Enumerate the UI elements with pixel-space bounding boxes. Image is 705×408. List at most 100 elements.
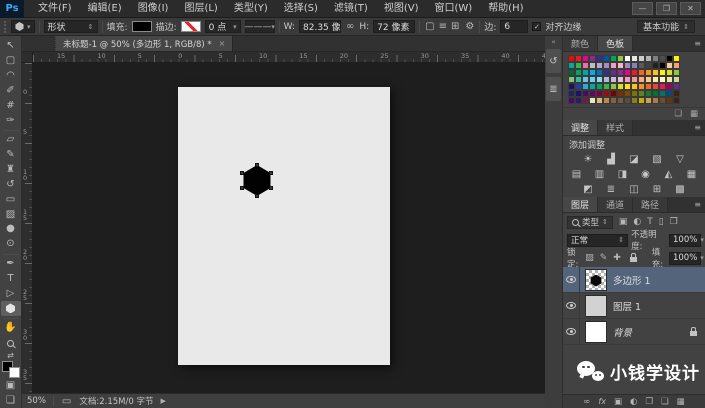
swatch[interactable]	[638, 83, 645, 90]
filter-pixel-layers-icon[interactable]: ▣	[618, 217, 629, 227]
menu-item[interactable]: 编辑(E)	[80, 0, 130, 18]
delete-layer-icon[interactable]: ▦	[677, 397, 685, 407]
swatch[interactable]	[582, 76, 589, 83]
swatch[interactable]	[603, 90, 610, 97]
layer-thumbnail[interactable]	[585, 269, 607, 291]
swatch[interactable]	[659, 97, 666, 104]
swatch[interactable]	[617, 76, 624, 83]
path-alignment-icon[interactable]: ≡	[438, 21, 448, 32]
photo-filter-icon[interactable]: ◉	[638, 169, 654, 181]
swatch[interactable]	[610, 83, 617, 90]
swatch[interactable]	[673, 76, 680, 83]
swatch[interactable]	[638, 55, 645, 62]
levels-icon[interactable]: ▟	[603, 154, 619, 166]
swatch[interactable]	[610, 76, 617, 83]
lock-pixels-icon[interactable]: ✎	[599, 253, 609, 263]
filter-adjustment-layers-icon[interactable]: ◐	[632, 217, 642, 227]
link-dimensions-icon[interactable]: ∞	[345, 21, 355, 32]
layer-row[interactable]: 多边形 1	[563, 267, 705, 293]
swatch[interactable]	[631, 83, 638, 90]
swatch[interactable]	[645, 55, 652, 62]
swatch[interactable]	[624, 97, 631, 104]
new-adjustment-layer-icon[interactable]: ◐	[630, 397, 637, 407]
curves-icon[interactable]: ◪	[626, 154, 642, 166]
swatch[interactable]	[582, 90, 589, 97]
shape-height-input[interactable]: 72 像素	[373, 20, 415, 33]
clone-stamp-tool[interactable]: ♜	[1, 163, 21, 178]
swatch[interactable]	[596, 90, 603, 97]
swatch[interactable]	[589, 55, 596, 62]
selective-color-icon[interactable]: ⊞	[649, 184, 665, 196]
combine-shapes-icon[interactable]: ▢	[424, 21, 435, 32]
swatch[interactable]	[645, 69, 652, 76]
background-color-swatch[interactable]	[9, 367, 20, 378]
layers-tab[interactable]: 图层	[563, 197, 598, 212]
swatch[interactable]	[617, 83, 624, 90]
swatch[interactable]	[624, 62, 631, 69]
swatch[interactable]	[659, 76, 666, 83]
expand-panels-icon[interactable]: «	[551, 38, 555, 46]
zoom-level[interactable]: 50%	[27, 396, 46, 406]
shape-width-input[interactable]: 82.35 像	[299, 20, 341, 33]
gradient-map-icon[interactable]: ▩	[672, 184, 688, 196]
swatch[interactable]	[659, 83, 666, 90]
swatch[interactable]	[666, 76, 673, 83]
swatch[interactable]	[638, 90, 645, 97]
swatch[interactable]	[659, 62, 666, 69]
layer-visibility-toggle[interactable]	[563, 293, 580, 318]
swatch[interactable]	[589, 83, 596, 90]
layer-thumbnail[interactable]	[585, 295, 607, 317]
swatch[interactable]	[617, 90, 624, 97]
swatch[interactable]	[659, 90, 666, 97]
vibrance-icon[interactable]: ▽	[672, 154, 688, 166]
swatch[interactable]	[645, 97, 652, 104]
anchor-point[interactable]	[269, 186, 273, 190]
swatch[interactable]	[631, 76, 638, 83]
swatch[interactable]	[596, 69, 603, 76]
swatch[interactable]	[568, 62, 575, 69]
swatch[interactable]	[645, 62, 652, 69]
swatch[interactable]	[575, 83, 582, 90]
brightness-contrast-icon[interactable]: ☀	[580, 154, 596, 166]
layer-thumbnail[interactable]	[585, 321, 607, 343]
minimize-button[interactable]: —	[632, 2, 653, 15]
fill-input[interactable]: 100% ▾	[669, 252, 701, 265]
dodge-tool[interactable]: ⊙	[1, 237, 21, 252]
swatch[interactable]	[638, 62, 645, 69]
swatch[interactable]	[673, 83, 680, 90]
swatches-tab[interactable]: 颜色	[563, 36, 598, 51]
stroke-width-field[interactable]: 0 点 ▾	[205, 20, 241, 33]
document-tab[interactable]: 未标题-1 @ 50% (多边形 1, RGB/8) * ×	[56, 36, 233, 51]
stroke-style-select[interactable]: ———▾	[245, 20, 275, 33]
posterize-icon[interactable]: ≣	[603, 184, 619, 196]
swatch[interactable]	[624, 90, 631, 97]
swatch[interactable]	[631, 90, 638, 97]
swatch[interactable]	[617, 69, 624, 76]
panel-menu-icon[interactable]: ≡	[690, 123, 705, 132]
swatch[interactable]	[589, 76, 596, 83]
anchor-point[interactable]	[269, 171, 273, 175]
rectangular-marquee-tool[interactable]: ▢	[1, 54, 21, 69]
swatch[interactable]	[589, 62, 596, 69]
swatch[interactable]	[582, 69, 589, 76]
menu-item[interactable]: 窗口(W)	[426, 0, 480, 18]
swatch[interactable]	[596, 83, 603, 90]
swatch[interactable]	[659, 55, 666, 62]
layer-visibility-toggle[interactable]	[563, 319, 580, 344]
color-balance-icon[interactable]: ▥	[592, 169, 608, 181]
swatch[interactable]	[652, 97, 659, 104]
sides-input[interactable]: 6	[500, 20, 528, 33]
swatch[interactable]	[631, 55, 638, 62]
link-layers-icon[interactable]: ∞	[583, 397, 590, 407]
swatch[interactable]	[645, 83, 652, 90]
filter-smart-objects-icon[interactable]: ❐	[669, 217, 679, 227]
horizontal-ruler[interactable]: 15105051015202530354045	[33, 52, 545, 63]
swatch[interactable]	[617, 55, 624, 62]
swatch[interactable]	[624, 76, 631, 83]
swatch[interactable]	[666, 97, 673, 104]
swatch[interactable]	[603, 83, 610, 90]
swatch[interactable]	[575, 62, 582, 69]
menu-item[interactable]: 选择(S)	[276, 0, 326, 18]
gear-icon[interactable]: ⚙	[464, 21, 475, 32]
swatch[interactable]	[645, 90, 652, 97]
